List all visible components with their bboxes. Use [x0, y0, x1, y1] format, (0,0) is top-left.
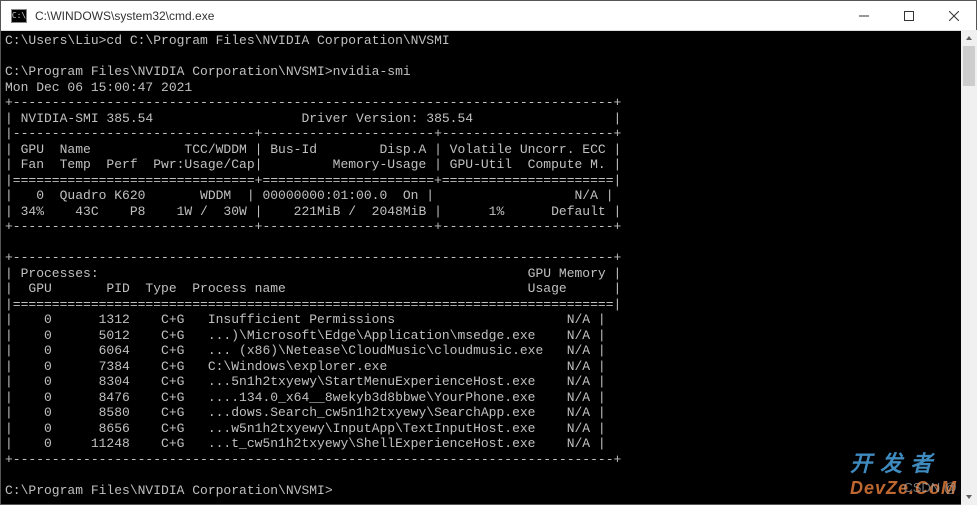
- scrollbar-thumb[interactable]: [963, 46, 975, 86]
- scrollbar-track[interactable]: [961, 46, 977, 489]
- window-title: C:\WINDOWS\system32\cmd.exe: [31, 9, 841, 23]
- maximize-button[interactable]: [886, 1, 931, 30]
- minimize-button[interactable]: [841, 1, 886, 30]
- cmd-window: C:\ C:\WINDOWS\system32\cmd.exe C:\Users…: [0, 0, 977, 505]
- scroll-up-button[interactable]: [961, 30, 977, 46]
- window-controls: [841, 1, 976, 30]
- terminal-output[interactable]: C:\Users\Liu>cd C:\Program Files\NVIDIA …: [1, 31, 976, 504]
- app-icon: C:\: [7, 6, 31, 26]
- titlebar[interactable]: C:\ C:\WINDOWS\system32\cmd.exe: [1, 1, 976, 31]
- close-button[interactable]: [931, 1, 976, 30]
- vertical-scrollbar[interactable]: [961, 30, 977, 505]
- scroll-down-button[interactable]: [961, 489, 977, 505]
